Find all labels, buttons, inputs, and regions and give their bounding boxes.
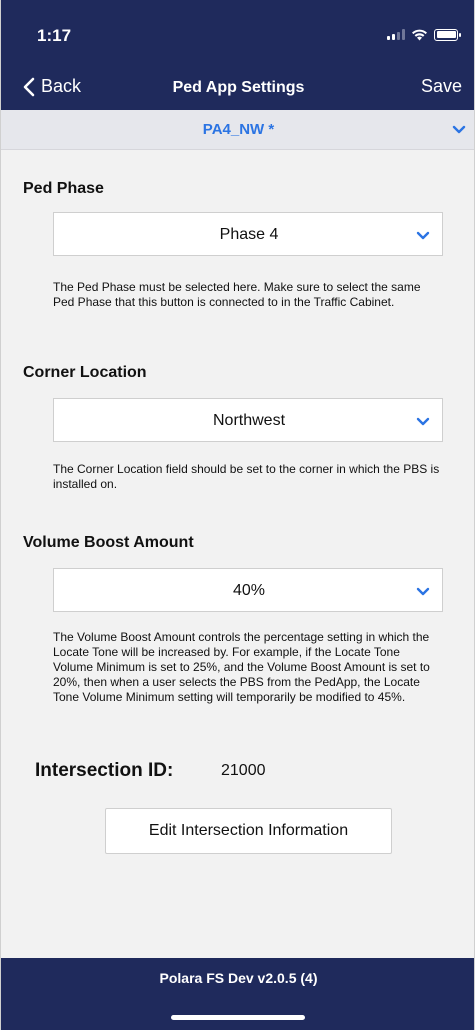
device-selector[interactable]: PA4_NW * (1, 110, 474, 150)
device-name: PA4_NW * (202, 121, 275, 138)
cellular-signal-icon (387, 29, 405, 40)
volume-boost-select[interactable]: 40% (53, 568, 443, 612)
intersection-id-value: 21000 (221, 762, 266, 779)
ped-phase-value: Phase 4 (219, 226, 279, 243)
back-button[interactable]: Back (23, 76, 81, 97)
battery-icon (434, 28, 461, 41)
status-time: 1:17 (37, 26, 72, 45)
volume-boost-value: 40% (232, 582, 266, 599)
ped-phase-select[interactable]: Phase 4 (53, 212, 443, 256)
volume-boost-help: The Volume Boost Amount controls the per… (53, 630, 430, 704)
footer: Polara FS Dev v2.0.5 (4) (1, 958, 474, 1030)
ped-phase-help: The Ped Phase must be selected here. Mak… (53, 280, 421, 309)
version-text: Polara FS Dev v2.0.5 (4) (159, 970, 318, 986)
corner-location-title: Corner Location (23, 364, 147, 381)
header: 1:17 Back Ped App Settings Save (1, 0, 474, 110)
corner-location-select[interactable]: Northwest (53, 398, 443, 442)
chevron-down-icon (416, 417, 430, 426)
status-icons (387, 28, 461, 41)
volume-boost-title: Volume Boost Amount (23, 534, 194, 551)
app-screen: 1:17 Back Ped App Settings Save PA4_NW * (0, 0, 475, 1030)
intersection-id-label: Intersection ID: (35, 760, 174, 781)
chevron-left-icon (23, 77, 35, 96)
edit-intersection-button[interactable]: Edit Intersection Information (105, 808, 392, 854)
ped-phase-title: Ped Phase (23, 180, 104, 197)
corner-location-help: The Corner Location field should be set … (53, 462, 440, 491)
corner-location-value: Northwest (212, 412, 286, 429)
save-button[interactable]: Save (421, 76, 462, 97)
wifi-icon (412, 29, 427, 41)
chevron-down-icon (452, 125, 466, 134)
back-label: Back (41, 76, 82, 96)
chevron-down-icon (416, 231, 430, 240)
chevron-down-icon (416, 587, 430, 596)
home-indicator[interactable] (171, 1015, 305, 1020)
